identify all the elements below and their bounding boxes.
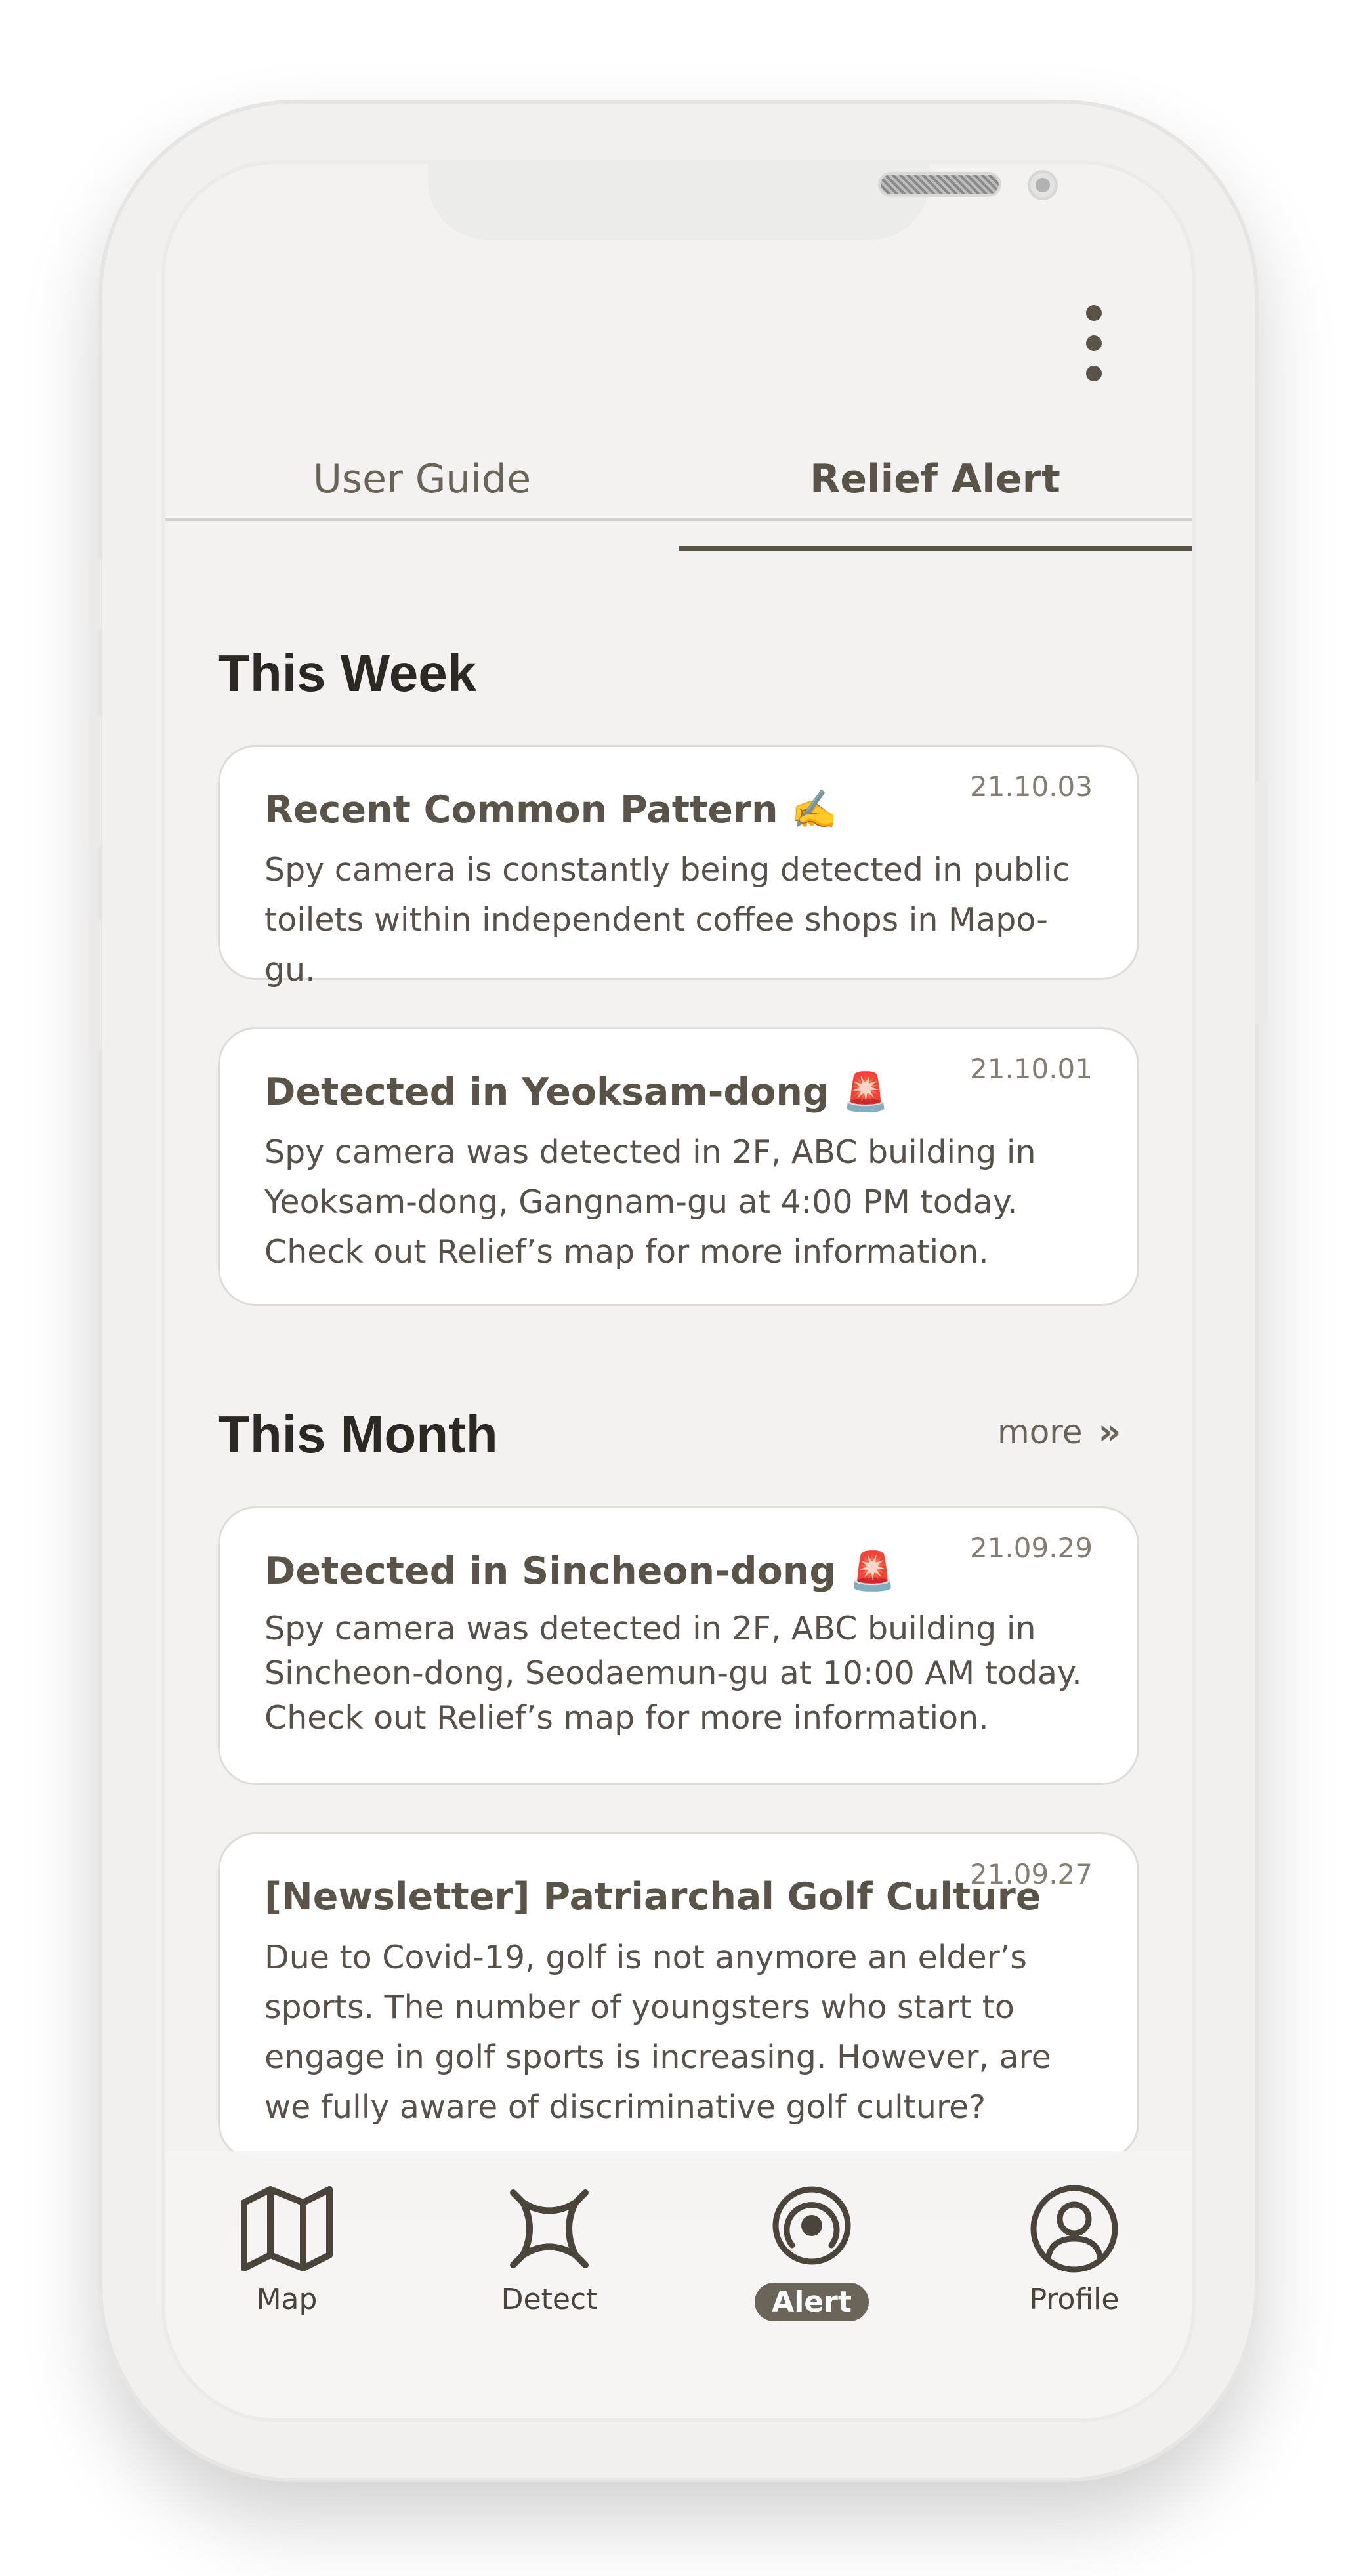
double-chevron-right-icon: » <box>1098 1411 1121 1452</box>
card-date: 21.09.29 <box>969 1532 1093 1564</box>
nav-profile[interactable]: Profile <box>995 2183 1153 2316</box>
card-body: Spy camera was detected in 2F, ABC build… <box>264 1133 1036 1271</box>
bottom-navigation: Map Detect Alert Profile <box>165 2151 1192 2418</box>
card-title: Detected in Sincheon-dong 🚨 <box>264 1550 896 1593</box>
speaker-grille <box>881 175 999 194</box>
notch <box>428 164 1055 240</box>
nav-label-profile: Profile <box>1029 2283 1120 2316</box>
nav-label-alert: Alert <box>755 2283 869 2321</box>
detect-icon <box>510 2189 589 2268</box>
nav-map[interactable]: Map <box>208 2183 366 2316</box>
more-label: more <box>997 1412 1083 1451</box>
tab-bar: User Guide Relief Alert <box>165 440 1192 521</box>
alert-card[interactable]: 21.10.03 Recent Common Pattern ✍️ Spy ca… <box>218 745 1139 988</box>
active-tab-indicator <box>679 546 1192 551</box>
map-icon <box>241 2186 333 2271</box>
card-date: 21.10.03 <box>969 771 1093 803</box>
side-button-power <box>1255 781 1268 1024</box>
section-title-this-month: This Month <box>218 1405 498 1464</box>
nav-label-map: Map <box>256 2283 318 2316</box>
app-screen: User Guide Relief Alert This Week 21.10.… <box>165 164 1192 2418</box>
card-title: Detected in Yeoksam-dong 🚨 <box>264 1070 889 1114</box>
more-options-icon[interactable] <box>1074 305 1114 384</box>
alert-icon <box>772 2186 851 2265</box>
alert-card[interactable]: 21.10.01 Detected in Yeoksam-dong 🚨 Spy … <box>218 1027 1139 1306</box>
side-button-volume-up <box>89 715 102 847</box>
card-body: Spy camera is constantly being detected … <box>264 851 1070 988</box>
alert-card[interactable]: 21.09.27 [Newsletter] Patriarchal Golf C… <box>218 1832 1139 2161</box>
front-camera <box>1030 173 1055 198</box>
more-link[interactable]: more » <box>997 1411 1121 1452</box>
side-button-volume-down <box>89 919 102 1050</box>
card-title: Recent Common Pattern ✍️ <box>264 788 838 832</box>
nav-alert[interactable]: Alert <box>733 2183 890 2321</box>
tab-user-guide[interactable]: User Guide <box>165 440 679 518</box>
card-body: Spy camera was detected in 2F, ABC build… <box>264 1610 1082 1737</box>
card-date: 21.10.01 <box>969 1053 1093 1085</box>
nav-detect[interactable]: Detect <box>471 2183 628 2316</box>
section-title-this-week: This Week <box>218 644 477 702</box>
nav-label-detect: Detect <box>501 2283 598 2316</box>
card-body: Due to Covid-19, golf is not anymore an … <box>264 1939 1051 2126</box>
card-title: [Newsletter] Patriarchal Golf Culture <box>264 1875 1041 1918</box>
profile-icon <box>1030 2185 1118 2273</box>
alert-card[interactable]: 21.09.29 Detected in Sincheon-dong 🚨 Spy… <box>218 1506 1139 1785</box>
tab-relief-alert[interactable]: Relief Alert <box>679 440 1192 518</box>
side-button-mute <box>89 558 102 630</box>
